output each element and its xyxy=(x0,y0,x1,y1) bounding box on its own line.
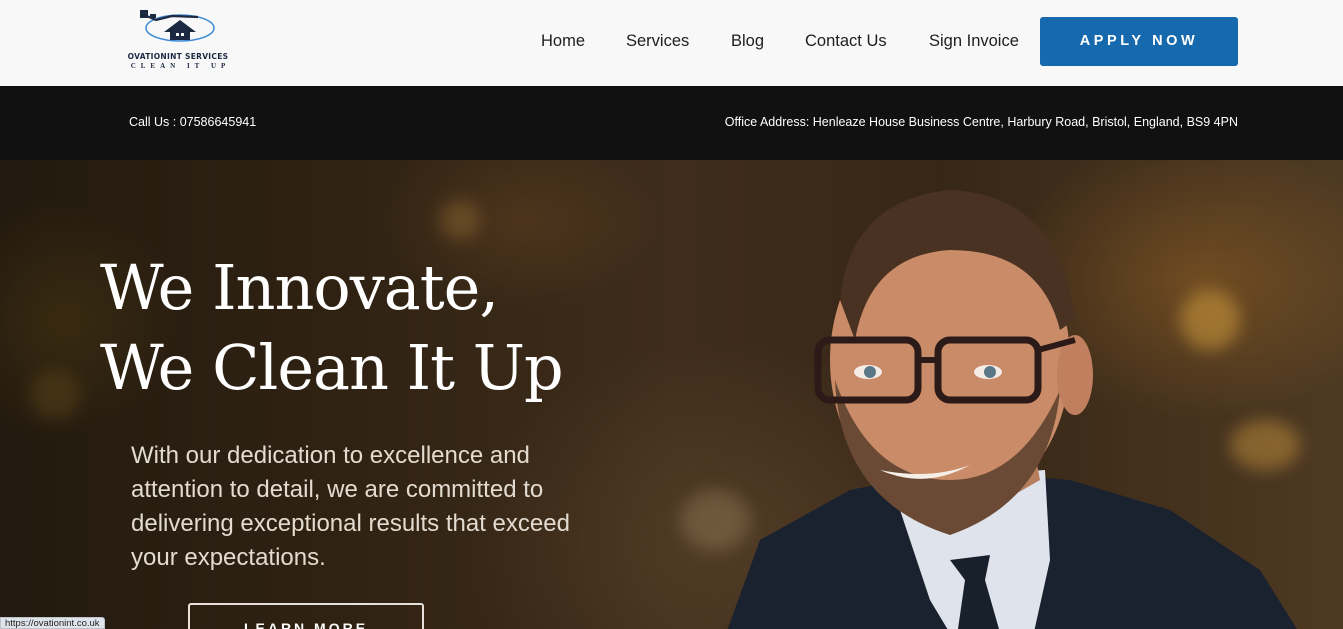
hero-subtext: With our dedication to excellence and at… xyxy=(131,442,570,571)
nav-home[interactable]: Home xyxy=(541,32,585,51)
apply-now-button[interactable]: APPLY NOW xyxy=(1040,17,1238,66)
browser-status-url: https://ovationint.co.uk xyxy=(0,617,105,629)
pressure-washer-house-icon xyxy=(140,10,215,42)
phone-number[interactable]: Call Us : 07586645941 xyxy=(129,115,256,129)
logo-company-name: OVATIONINT SERVICES xyxy=(127,52,229,61)
hero-headline-line1: We Innovate, xyxy=(100,251,499,324)
hero-section: We Innovate, We Clean It Up With our ded… xyxy=(0,160,1343,629)
nav-blog[interactable]: Blog xyxy=(731,32,764,51)
contact-info-bar: Call Us : 07586645941 Office Address: He… xyxy=(0,86,1343,160)
learn-more-button[interactable]: LEARN MORE xyxy=(188,603,424,629)
site-logo[interactable]: OVATIONINT SERVICES CLEAN IT UP xyxy=(118,6,238,72)
hero-headline-line2: We Clean It Up xyxy=(100,331,564,404)
businessman-photo xyxy=(727,190,1297,629)
office-address: Office Address: Henleaze House Business … xyxy=(724,115,1238,129)
nav-sign-invoice[interactable]: Sign Invoice xyxy=(929,32,1019,51)
hero-headline: We Innovate, We Clean It Up xyxy=(100,248,564,408)
nav-services[interactable]: Services xyxy=(626,32,689,51)
site-header: OVATIONINT SERVICES CLEAN IT UP Home Ser… xyxy=(0,0,1343,86)
nav-contact-us[interactable]: Contact Us xyxy=(805,32,887,51)
logo-tagline: CLEAN IT UP xyxy=(130,62,231,70)
